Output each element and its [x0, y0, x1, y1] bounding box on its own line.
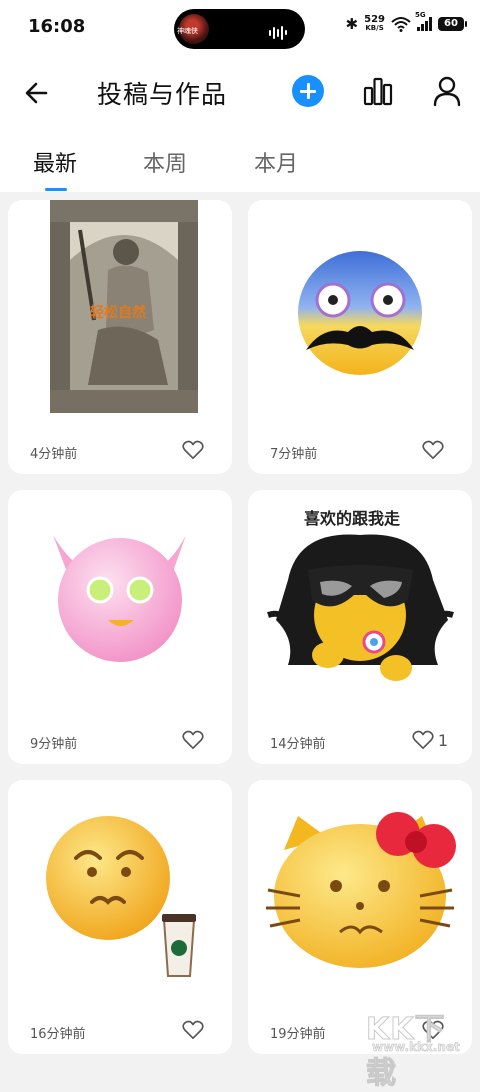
tab-this-month[interactable]: 本月 [254, 146, 298, 178]
pink-devil-emoji-image [53, 535, 186, 662]
page-title: 投稿与作品 [97, 80, 228, 109]
heart-icon [412, 730, 434, 749]
user-icon[interactable] [432, 75, 462, 107]
audio-wave-icon [269, 22, 291, 40]
works-grid: 轻松自然 4分钟前 7分钟前 9分钟前 喜欢的跟我走 14分钟前 1 16分钟前… [0, 192, 480, 1056]
work-card[interactable]: 轻松自然 4分钟前 [8, 200, 232, 474]
status-bar: 16:08 神魂侠 ✱ 529 KB/S 5G 60 [0, 0, 480, 56]
zeus-engraving-image: 轻松自然 [50, 200, 198, 413]
work-card[interactable]: 喜欢的跟我走 14分钟前 1 [248, 490, 472, 764]
plus-icon[interactable] [292, 75, 324, 107]
signal-tag: 5G [415, 11, 426, 19]
like-count: 1 [437, 730, 448, 750]
network-speed: 529 KB/S [364, 15, 385, 33]
heart-icon [182, 1020, 204, 1039]
heart-icon [182, 440, 204, 459]
post-time: 7分钟前 [270, 447, 318, 462]
like-button[interactable] [182, 1020, 208, 1040]
like-button[interactable]: 1 [412, 730, 448, 750]
image-caption-text: 喜欢的跟我走 [304, 509, 400, 528]
dynamic-island[interactable]: 神魂侠 [174, 9, 305, 49]
tab-latest[interactable]: 最新 [33, 146, 77, 178]
network-speed-unit: KB/S [365, 24, 384, 32]
network-speed-value: 529 [364, 14, 385, 25]
active-tab-indicator [45, 188, 67, 191]
scared-mustache-emoji-image [298, 251, 422, 375]
post-time: 14分钟前 [270, 737, 326, 752]
wifi-icon [391, 17, 411, 32]
post-time: 19分钟前 [270, 1027, 326, 1042]
work-card[interactable]: 9分钟前 [8, 490, 232, 764]
like-button[interactable] [182, 730, 208, 750]
back-arrow-icon[interactable] [22, 78, 52, 108]
cellular-signal-icon: 5G [415, 11, 432, 31]
work-card[interactable]: 7分钟前 [248, 200, 472, 474]
battery-icon: 60 [438, 17, 467, 31]
sunglasses-longhair-emoji-image: 喜欢的跟我走 [267, 509, 454, 681]
image-overlay-text: 轻松自然 [90, 304, 146, 321]
watermark-url: www.kkx.net [372, 1040, 460, 1055]
app-header: 投稿与作品 [0, 56, 480, 130]
like-button[interactable] [182, 440, 208, 460]
kkx-watermark: KK下载 www.kkx.net [354, 1000, 474, 1092]
bar-chart-icon[interactable] [362, 76, 394, 106]
tab-this-week[interactable]: 本周 [143, 146, 187, 178]
heart-icon [422, 440, 444, 459]
tab-bar: 最新 本周 本月 [0, 130, 480, 192]
smirk-coffee-emoji-image [46, 816, 196, 977]
now-playing-thumbnail-text: 神魂侠 [177, 27, 198, 35]
like-button[interactable] [422, 440, 448, 460]
post-time: 4分钟前 [30, 447, 78, 462]
post-time: 16分钟前 [30, 1027, 86, 1042]
work-card[interactable]: 16分钟前 [8, 780, 232, 1054]
status-time: 16:08 [28, 16, 86, 37]
status-indicators: ✱ 529 KB/S 5G 60 [345, 11, 467, 33]
heart-icon [182, 730, 204, 749]
bluetooth-icon: ✱ [345, 15, 359, 33]
post-time: 9分钟前 [30, 737, 78, 752]
hellokitty-emoji-image [266, 812, 456, 968]
now-playing-thumbnail: 神魂侠 [177, 14, 209, 44]
